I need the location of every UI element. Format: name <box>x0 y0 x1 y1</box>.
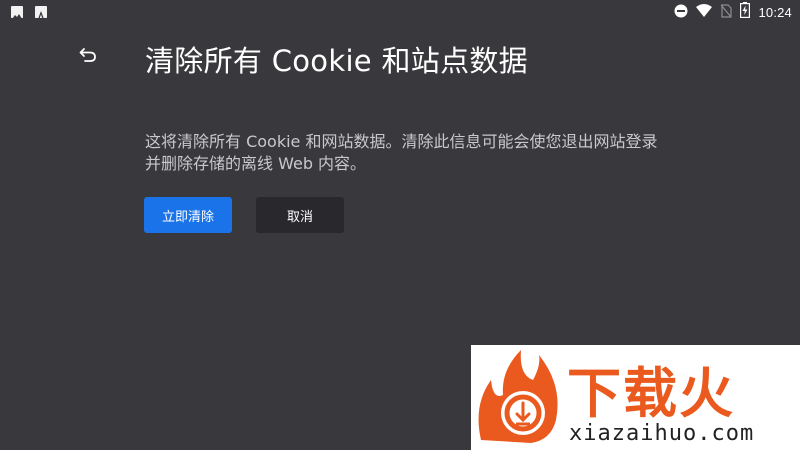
cancel-button[interactable]: 取消 <box>256 197 344 233</box>
image-notification-icon <box>11 6 23 18</box>
back-button[interactable] <box>72 41 104 73</box>
wifi-icon <box>696 3 713 22</box>
status-bar-notifications <box>11 6 47 18</box>
font-notification-icon <box>35 6 47 18</box>
do-not-disturb-icon <box>674 3 688 22</box>
battery-charging-icon <box>740 2 751 22</box>
status-bar-time: 10:24 <box>758 4 792 20</box>
clear-now-button[interactable]: 立即清除 <box>144 197 232 233</box>
watermark-url: xiazaihuo.com <box>569 421 755 446</box>
page-title: 清除所有 Cookie 和站点数据 <box>145 44 528 78</box>
status-bar: 10:24 <box>0 0 800 24</box>
watermark-logo: 下载火 xiazaihuo.com <box>471 345 800 450</box>
no-sim-icon <box>720 3 733 22</box>
back-arrow-icon <box>79 47 97 67</box>
status-bar-system: 10:24 <box>674 2 792 22</box>
watermark-brand: 下载火 <box>567 362 735 425</box>
dialog-description: 这将清除所有 Cookie 和网站数据。清除此信息可能会使您退出网站登录并删除存… <box>145 132 658 173</box>
